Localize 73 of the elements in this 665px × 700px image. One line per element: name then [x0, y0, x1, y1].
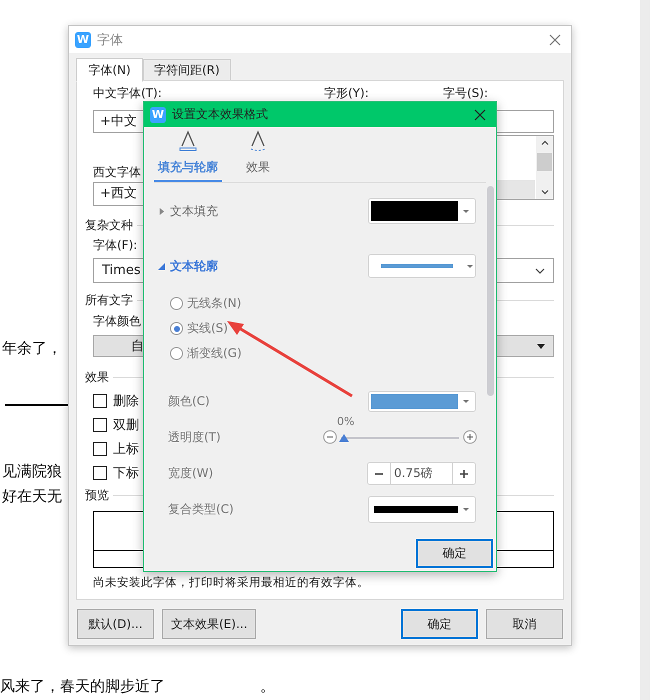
dropdown-arrow-icon: [537, 344, 545, 348]
field-label: 透明度(T): [168, 429, 221, 446]
section-heading: 预览: [85, 488, 109, 502]
close-icon[interactable]: [474, 108, 486, 120]
scrollbar[interactable]: [536, 136, 553, 199]
field-label: 宽度(W): [168, 465, 214, 482]
ok-button[interactable]: 确定: [416, 539, 493, 568]
note-text: 尚未安装此字体，打印时将采用最相近的有效字体。: [93, 574, 370, 590]
slider-value: 0%: [337, 416, 354, 428]
radio-label: 实线(S): [187, 320, 228, 337]
radio-button[interactable]: [170, 297, 183, 310]
document-text: 风来了，春天的脚步近了: [0, 676, 165, 696]
checkbox-label: 删除: [113, 393, 139, 410]
chevron-down-icon[interactable]: [541, 190, 549, 195]
field-label: 字体颜色: [92, 313, 141, 330]
line-style-dropdown[interactable]: [368, 254, 476, 278]
checkbox[interactable]: [93, 418, 107, 432]
app-icon: W: [150, 106, 166, 122]
window-title: 设置文本效果格式: [172, 106, 269, 123]
window-title: 字体: [97, 32, 124, 48]
checkbox-label: 双删: [113, 417, 139, 434]
plus-icon: [459, 468, 469, 478]
radio-label: 渐变线(G): [187, 345, 242, 362]
document-text: 年余了，: [2, 338, 62, 358]
document-text: 。: [260, 676, 275, 696]
section-heading: 效果: [85, 370, 109, 384]
compound-type-dropdown[interactable]: [368, 496, 476, 523]
checkbox-label: 上标: [113, 441, 139, 458]
minus-icon[interactable]: [323, 430, 337, 444]
field-label: 中文字体(T):: [93, 86, 163, 100]
plus-icon[interactable]: [463, 430, 477, 444]
field-label: 字体(F):: [92, 237, 138, 254]
tab[interactable]: 效果: [232, 130, 284, 182]
dialog-button[interactable]: 默认(D)...: [77, 609, 154, 639]
section-header[interactable]: 文本轮廓: [158, 258, 218, 274]
dialog-button[interactable]: 确定: [401, 609, 478, 639]
checkbox[interactable]: [93, 442, 107, 456]
line-color-dropdown[interactable]: [368, 391, 476, 412]
text-fill-icon: [178, 130, 198, 152]
radio-label: 无线条(N): [187, 295, 242, 312]
field-label: 颜色(C): [168, 393, 210, 410]
field-label: 西文字体: [93, 164, 141, 181]
field-label: 复合类型(C): [168, 501, 234, 518]
dropdown-arrow-icon: [463, 508, 469, 511]
section-heading: 复杂文种: [85, 218, 133, 232]
dropdown-arrow-icon: [463, 400, 469, 403]
document-text: 好在天无: [2, 486, 62, 506]
section-heading: 所有文字: [85, 293, 133, 307]
slider-thumb[interactable]: [339, 434, 349, 442]
expanded-triangle-icon: [158, 262, 165, 270]
chevron-up-icon[interactable]: [541, 140, 549, 145]
tab[interactable]: 字符间距(R): [143, 59, 231, 81]
dialog-button[interactable]: 文本效果(E)...: [162, 609, 256, 639]
dialog-button[interactable]: 取消: [486, 609, 563, 639]
checkbox-label: 下标: [113, 465, 139, 482]
dropdown-arrow-icon: [467, 264, 473, 268]
document-text: 见满院狼: [2, 461, 62, 481]
radio-button[interactable]: [170, 347, 183, 360]
dropdown-arrow-icon: [463, 210, 469, 212]
app-icon: W: [75, 32, 91, 48]
section-header[interactable]: 文本填充: [158, 202, 218, 220]
transparency-slider[interactable]: [341, 433, 459, 443]
radio-button[interactable]: [170, 322, 183, 335]
fill-color-dropdown[interactable]: [368, 198, 476, 224]
field-label: 字形(Y):: [324, 86, 370, 100]
scrollbar[interactable]: [487, 186, 494, 396]
chevron-down-icon: [535, 268, 545, 274]
close-icon[interactable]: [549, 34, 561, 46]
collapsed-triangle-icon: [158, 208, 165, 214]
field-label: 字号(S):: [443, 86, 488, 100]
checkbox[interactable]: [93, 394, 107, 408]
tab[interactable]: 字体(N): [76, 58, 143, 82]
checkbox[interactable]: [93, 466, 107, 480]
